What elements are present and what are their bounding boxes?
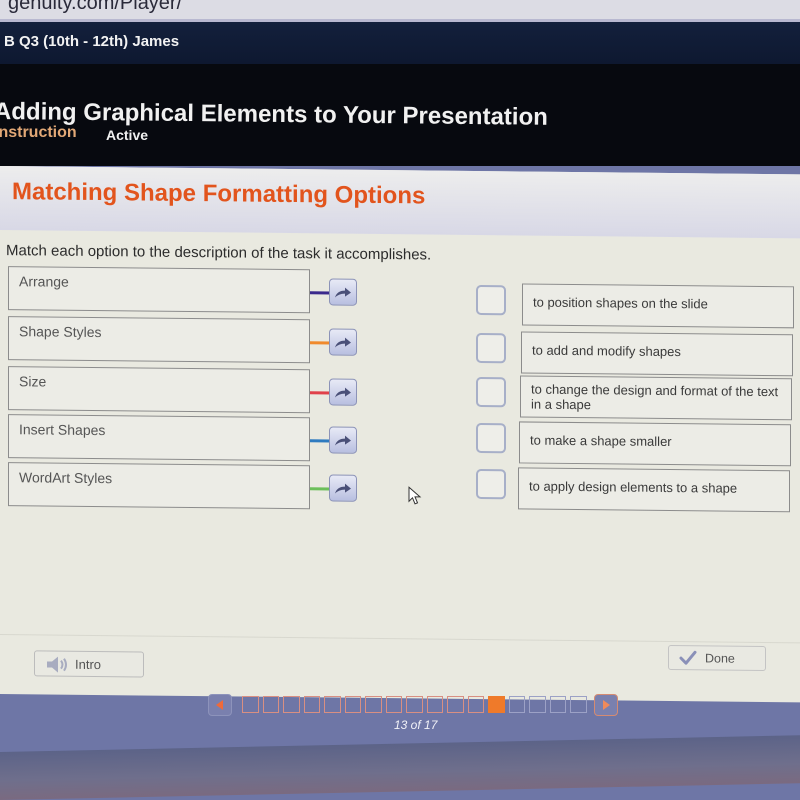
description-text: to apply design elements to a shape — [529, 478, 738, 496]
drop-target-box[interactable] — [476, 376, 506, 408]
browser-url-bar[interactable]: genuity.com/Player/ — [0, 0, 800, 22]
drag-arrow-button[interactable] — [329, 474, 357, 502]
drag-arrow-button[interactable] — [329, 426, 357, 454]
triangle-right-icon — [603, 700, 610, 710]
curved-arrow-right-icon — [335, 483, 351, 494]
connector-line — [310, 439, 330, 443]
curved-arrow-right-icon — [335, 435, 351, 446]
page-indicator[interactable] — [344, 696, 361, 713]
tab-instruction[interactable]: Instruction — [0, 124, 77, 142]
description-text: to change the design and format of the t… — [531, 381, 779, 413]
prev-slide-button[interactable] — [208, 694, 232, 716]
connector-line — [310, 487, 330, 491]
page-counter: 13 of 17 — [394, 718, 438, 732]
page-indicator[interactable] — [406, 696, 423, 713]
option-item[interactable]: Arrange — [8, 266, 310, 314]
curved-arrow-right-icon — [335, 287, 351, 298]
course-bar: B Q3 (10th - 12th) James — [0, 22, 800, 64]
description-text: to make a shape smaller — [530, 432, 672, 450]
option-label: Size — [19, 373, 47, 390]
page-indicator-current[interactable] — [488, 696, 505, 713]
drag-arrow-button[interactable] — [329, 378, 357, 406]
page-indicator[interactable] — [549, 696, 566, 713]
page-indicator[interactable] — [426, 696, 443, 713]
tab-active[interactable]: Active — [106, 127, 148, 143]
drop-target-box[interactable] — [476, 422, 506, 454]
drag-arrow-button[interactable] — [329, 278, 357, 306]
drop-target-box[interactable] — [476, 284, 506, 316]
connector-line — [310, 391, 330, 395]
page-indicator[interactable] — [365, 696, 382, 713]
option-label: Arrange — [19, 273, 69, 290]
instructions: Match each option to the description of … — [6, 242, 432, 264]
connector-line — [310, 291, 330, 295]
connector-line — [310, 341, 330, 345]
page-indicator[interactable] — [283, 696, 300, 713]
page-indicator[interactable] — [570, 696, 587, 713]
option-label: WordArt Styles — [19, 469, 113, 487]
slide-navigation — [208, 694, 618, 718]
description-item: to make a shape smaller — [519, 421, 791, 467]
lesson-title: Adding Graphical Elements to Your Presen… — [0, 98, 548, 131]
activity-title: Matching Shape Formatting Options — [12, 178, 426, 210]
description-item: to apply design elements to a shape — [518, 467, 790, 513]
drag-arrow-button[interactable] — [329, 328, 357, 356]
page-indicator[interactable] — [242, 696, 259, 713]
activity-header: Matching Shape Formatting Options — [0, 166, 800, 239]
url-text: genuity.com/Player/ — [8, 0, 183, 14]
checkmark-icon — [679, 650, 697, 665]
page-indicator[interactable] — [324, 696, 341, 713]
option-item[interactable]: WordArt Styles — [8, 462, 310, 510]
activity-panel: Matching Shape Formatting Options Match … — [0, 166, 800, 703]
description-item: to add and modify shapes — [521, 331, 793, 377]
option-item[interactable]: Shape Styles — [8, 316, 310, 364]
page-indicator[interactable] — [467, 696, 484, 713]
option-label: Insert Shapes — [19, 421, 106, 439]
mouse-cursor-icon — [408, 486, 422, 505]
intro-label: Intro — [75, 656, 102, 673]
description-text: to add and modify shapes — [532, 342, 681, 360]
page-indicator[interactable] — [447, 696, 464, 713]
page-indicator[interactable] — [262, 696, 279, 713]
option-item[interactable]: Insert Shapes — [8, 414, 310, 462]
page-indicator[interactable] — [303, 696, 320, 713]
page-indicator[interactable] — [529, 696, 546, 713]
description-item: to change the design and format of the t… — [520, 375, 792, 421]
triangle-left-icon — [216, 700, 223, 710]
page-indicators — [242, 696, 587, 713]
option-label: Shape Styles — [19, 323, 102, 341]
page-indicator[interactable] — [508, 696, 525, 713]
drop-target-box[interactable] — [476, 468, 506, 500]
lesson-header: Adding Graphical Elements to Your Presen… — [0, 64, 800, 166]
curved-arrow-right-icon — [335, 337, 351, 348]
done-button[interactable]: Done — [668, 644, 766, 672]
drop-target-box[interactable] — [476, 332, 506, 364]
speaker-icon — [47, 656, 67, 673]
option-item[interactable]: Size — [8, 366, 310, 414]
description-item: to position shapes on the slide — [522, 283, 794, 329]
curved-arrow-right-icon — [335, 387, 351, 398]
footer-divider — [0, 634, 800, 644]
done-label: Done — [705, 651, 735, 666]
description-text: to position shapes on the slide — [533, 294, 708, 312]
page-indicator[interactable] — [385, 696, 402, 713]
monitor-bezel — [0, 735, 800, 800]
intro-button[interactable]: Intro — [34, 650, 144, 678]
course-title: B Q3 (10th - 12th) James — [4, 33, 180, 50]
next-slide-button[interactable] — [594, 694, 618, 716]
